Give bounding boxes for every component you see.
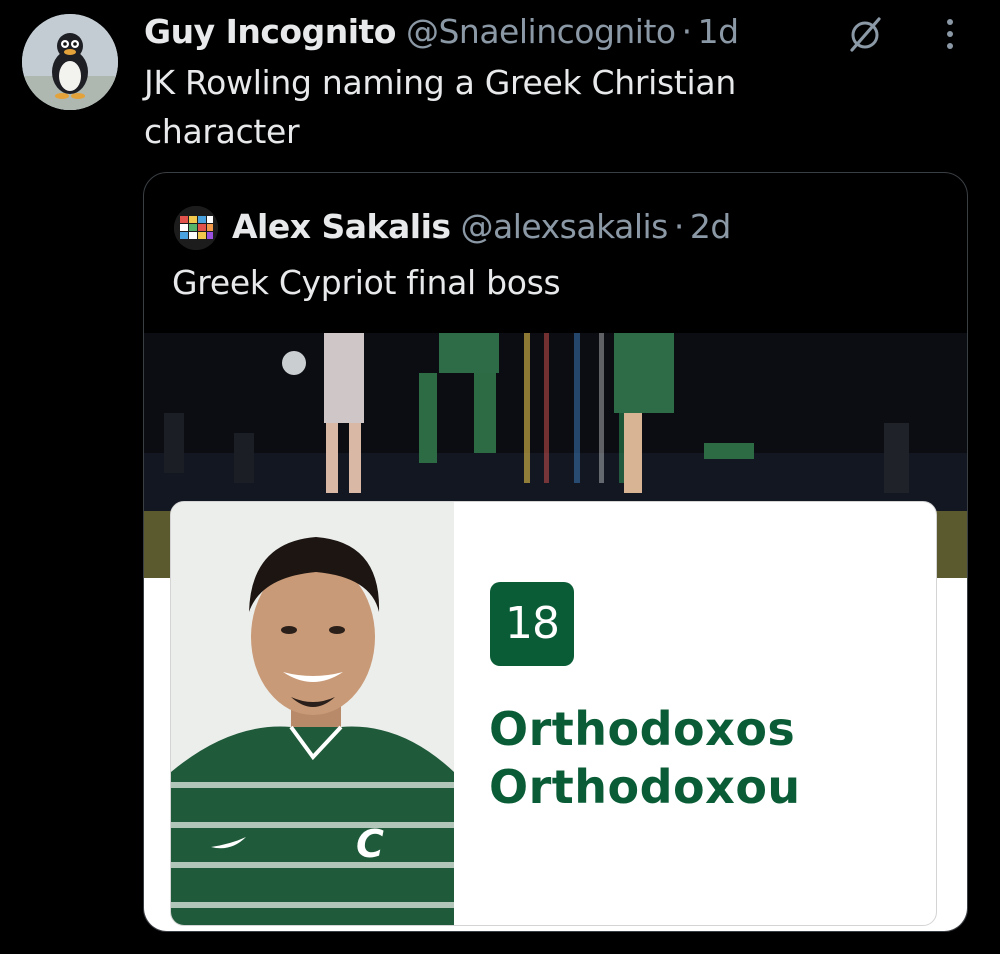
svg-text:C: C xyxy=(356,822,384,866)
quoted-tweet-text: Greek Cypriot final boss xyxy=(172,263,561,302)
jersey-number-badge: 18 xyxy=(490,582,574,666)
tweet-timestamp[interactable]: 1d xyxy=(698,12,739,51)
quoted-tweet-header: Alex Sakalis @alexsakalis · 2d xyxy=(232,203,731,249)
tweet-text: JK Rowling naming a Greek Christian char… xyxy=(144,63,736,151)
quoted-tweet-card[interactable]: Alex Sakalis @alexsakalis · 2d Greek Cyp… xyxy=(143,172,968,932)
tweet-media-image[interactable]: C 18 Orthodoxos Orthodoxou xyxy=(144,333,967,931)
quoted-user-handle[interactable]: @alexsakalis xyxy=(461,207,669,246)
colorful-tiles-avatar-icon xyxy=(174,206,218,250)
penguin-avatar-icon xyxy=(22,14,118,110)
more-options-icon[interactable] xyxy=(938,14,962,54)
quoted-user-avatar[interactable] xyxy=(174,206,218,250)
tweet-header: Guy Incognito @Snaelincognito · 1d xyxy=(144,8,739,54)
user-handle[interactable]: @Snaelincognito xyxy=(406,12,676,51)
player-first-name: Orthodoxos xyxy=(489,702,796,756)
roster-card: C 18 Orthodoxos Orthodoxou xyxy=(170,501,937,926)
separator-dot: · xyxy=(681,11,693,51)
quoted-tweet-timestamp[interactable]: 2d xyxy=(690,207,731,246)
display-name[interactable]: Guy Incognito xyxy=(144,12,396,51)
player-name: Orthodoxos Orthodoxou xyxy=(489,700,801,816)
quoted-display-name[interactable]: Alex Sakalis xyxy=(232,207,451,246)
player-headshot: C xyxy=(171,502,454,925)
user-avatar[interactable] xyxy=(22,14,118,110)
grok-icon[interactable] xyxy=(846,16,884,54)
player-last-name: Orthodoxou xyxy=(489,760,801,814)
separator-dot: · xyxy=(673,206,685,246)
